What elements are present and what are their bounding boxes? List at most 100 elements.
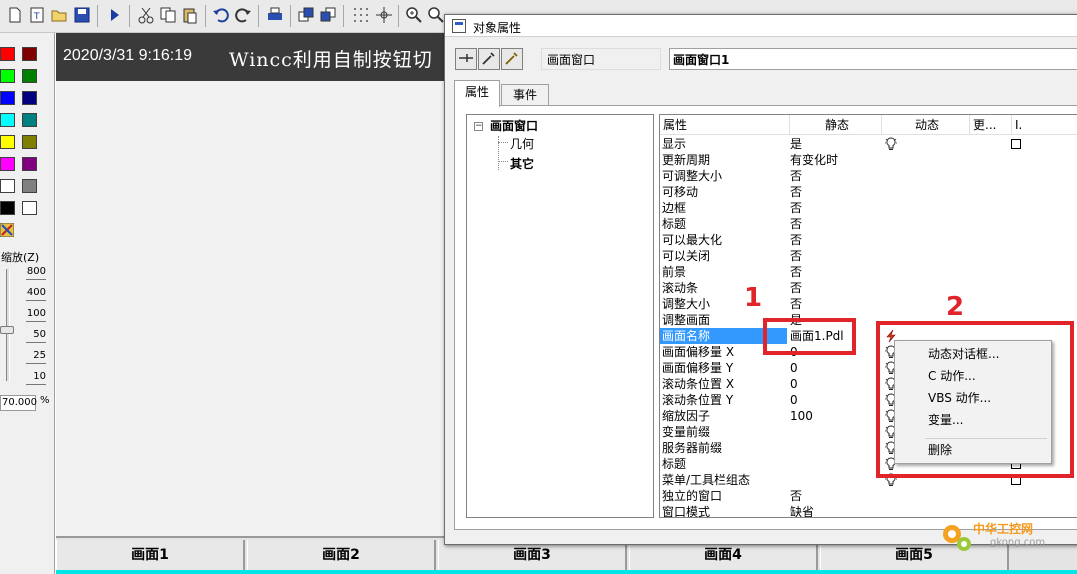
grid-icon[interactable] bbox=[352, 6, 370, 24]
zoom-option-50[interactable]: 50 bbox=[26, 329, 46, 343]
property-static-value[interactable]: 0 bbox=[790, 360, 880, 376]
tree-item-other[interactable]: 其它 bbox=[510, 155, 534, 172]
property-static-value[interactable]: 有变化时 bbox=[790, 152, 880, 168]
bring-front-icon[interactable] bbox=[297, 6, 315, 24]
undo-icon[interactable] bbox=[212, 6, 230, 24]
menu-item-c-action[interactable]: C 动作... bbox=[895, 365, 1051, 387]
property-row[interactable]: 可调整大小 否 bbox=[660, 168, 1077, 184]
menu-item-dynamic-dialog[interactable]: 动态对话框... bbox=[895, 343, 1051, 365]
property-row[interactable]: 可以关闭 否 bbox=[660, 248, 1077, 264]
property-static-value[interactable]: 缺省 bbox=[790, 504, 880, 517]
pipette-copy-button[interactable] bbox=[501, 48, 523, 70]
zoom-in-icon[interactable] bbox=[405, 6, 423, 24]
redo-icon[interactable] bbox=[234, 6, 252, 24]
property-static-value[interactable]: 100 bbox=[790, 408, 880, 424]
zoom-out-icon[interactable] bbox=[427, 6, 445, 24]
zoom-option-10[interactable]: 10 bbox=[26, 371, 46, 385]
save-icon[interactable] bbox=[73, 6, 91, 24]
property-static-value[interactable] bbox=[790, 456, 880, 472]
zoom-option-100[interactable]: 100 bbox=[26, 308, 46, 322]
lightbulb-icon[interactable] bbox=[884, 137, 898, 151]
property-static-value[interactable]: 否 bbox=[790, 232, 880, 248]
property-row[interactable]: 前景 否 bbox=[660, 264, 1077, 280]
column-header-update[interactable]: 更... bbox=[970, 115, 1012, 135]
column-header-attribute[interactable]: 属性 bbox=[660, 115, 790, 135]
property-static-value[interactable] bbox=[790, 472, 880, 488]
color-swatch-gray[interactable] bbox=[22, 179, 37, 193]
property-static-value[interactable]: 0 bbox=[790, 376, 880, 392]
color-swatch-cyan[interactable] bbox=[0, 113, 15, 127]
property-static-value[interactable]: 是 bbox=[790, 136, 880, 152]
property-row[interactable]: 滚动条 否 bbox=[660, 280, 1077, 296]
property-row[interactable]: 独立的窗口 否 bbox=[660, 488, 1077, 504]
property-static-value[interactable]: 否 bbox=[790, 168, 880, 184]
color-swatch-navy[interactable] bbox=[22, 91, 37, 105]
copy-icon[interactable] bbox=[159, 6, 177, 24]
paste-icon[interactable] bbox=[181, 6, 199, 24]
property-static-value[interactable]: 0 bbox=[790, 392, 880, 408]
zoom-option-25[interactable]: 25 bbox=[26, 350, 46, 364]
screen-1-button[interactable]: 画面1 bbox=[56, 540, 245, 570]
indirect-checkbox[interactable] bbox=[1011, 139, 1021, 149]
tree-root-screen-window[interactable]: 画面窗口 bbox=[490, 117, 538, 134]
property-static-value[interactable] bbox=[790, 424, 880, 440]
property-row[interactable]: 可以最大化 否 bbox=[660, 232, 1077, 248]
property-row[interactable]: 调整大小 否 bbox=[660, 296, 1077, 312]
color-swatch-green[interactable] bbox=[0, 69, 15, 83]
property-static-value[interactable]: 否 bbox=[790, 264, 880, 280]
property-static-value[interactable]: 否 bbox=[790, 296, 880, 312]
color-swatch-purple[interactable] bbox=[22, 157, 37, 171]
object-name-combo[interactable]: 画面窗口1 bbox=[669, 48, 1077, 70]
property-static-value[interactable]: 否 bbox=[790, 216, 880, 232]
tab-properties[interactable]: 属性 bbox=[454, 80, 500, 107]
property-row[interactable]: 更新周期 有变化时 bbox=[660, 152, 1077, 168]
dialog-title-bar[interactable]: 对象属性 bbox=[445, 15, 1077, 37]
tree-collapse-toggle[interactable]: − bbox=[474, 122, 483, 131]
color-swatch-teal[interactable] bbox=[22, 113, 37, 127]
zoom-slider-track[interactable] bbox=[6, 269, 10, 381]
zoom-option-800[interactable]: 800 bbox=[26, 266, 46, 280]
zoom-slider-thumb[interactable] bbox=[0, 326, 14, 334]
menu-item-delete[interactable]: 删除 bbox=[895, 439, 1051, 461]
menu-item-vbs-action[interactable]: VBS 动作... bbox=[895, 387, 1051, 409]
text-file-icon[interactable]: T bbox=[28, 6, 46, 24]
property-row[interactable]: 边框 否 bbox=[660, 200, 1077, 216]
menu-item-tag[interactable]: 变量... bbox=[895, 409, 1051, 431]
property-static-value[interactable]: 否 bbox=[790, 200, 880, 216]
property-static-value[interactable]: 否 bbox=[790, 248, 880, 264]
color-swatch-white[interactable] bbox=[0, 179, 15, 193]
color-swatch-red[interactable] bbox=[0, 47, 15, 61]
color-swatch-dark-green[interactable] bbox=[22, 69, 37, 83]
column-header-indirect[interactable]: I. bbox=[1012, 115, 1077, 135]
open-folder-icon[interactable] bbox=[50, 6, 68, 24]
color-swatch-white-2[interactable] bbox=[22, 201, 37, 215]
custom-color-icon[interactable] bbox=[0, 223, 14, 237]
column-header-dynamic[interactable]: 动态 bbox=[882, 115, 970, 135]
property-row[interactable]: 窗口模式 缺省 bbox=[660, 504, 1077, 517]
color-swatch-magenta[interactable] bbox=[0, 157, 15, 171]
property-static-value[interactable]: 否 bbox=[790, 488, 880, 504]
tree-item-geometry[interactable]: 几何 bbox=[510, 135, 534, 152]
property-row[interactable]: 可移动 否 bbox=[660, 184, 1077, 200]
play-icon[interactable] bbox=[105, 6, 123, 24]
new-file-icon[interactable] bbox=[6, 6, 24, 24]
color-swatch-yellow[interactable] bbox=[0, 135, 15, 149]
zoom-option-400[interactable]: 400 bbox=[26, 287, 46, 301]
send-back-icon[interactable] bbox=[319, 6, 337, 24]
color-swatch-olive[interactable] bbox=[22, 135, 37, 149]
property-static-value[interactable]: 否 bbox=[790, 184, 880, 200]
snap-icon[interactable] bbox=[375, 6, 393, 24]
print-icon[interactable] bbox=[266, 6, 284, 24]
pin-button[interactable] bbox=[455, 48, 477, 70]
tab-events[interactable]: 事件 bbox=[501, 84, 549, 105]
zoom-value-field[interactable]: 70.000 bbox=[0, 395, 37, 411]
property-row[interactable]: 显示 是 bbox=[660, 136, 1077, 152]
screen-2-button[interactable]: 画面2 bbox=[247, 540, 436, 570]
property-row[interactable]: 标题 否 bbox=[660, 216, 1077, 232]
property-static-value[interactable]: 否 bbox=[790, 280, 880, 296]
pipette-button[interactable] bbox=[478, 48, 500, 70]
color-swatch-blue[interactable] bbox=[0, 91, 15, 105]
cut-icon[interactable] bbox=[137, 6, 155, 24]
color-swatch-black[interactable] bbox=[0, 201, 15, 215]
color-swatch-dark-red[interactable] bbox=[22, 47, 37, 61]
